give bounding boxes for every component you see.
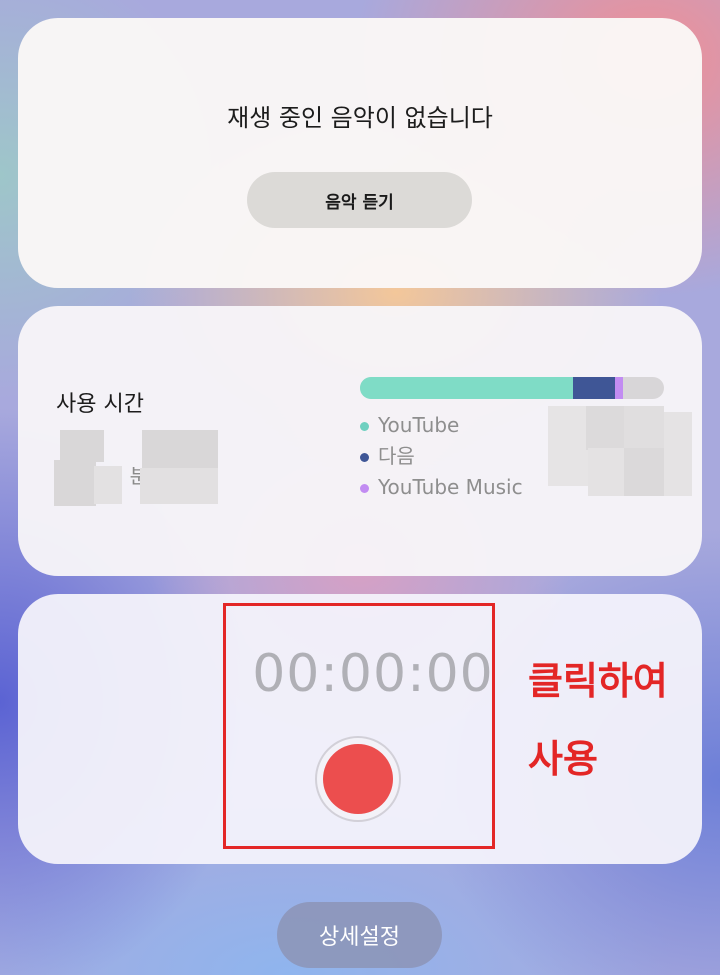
usage-bar: [360, 377, 664, 399]
redacted-block: [624, 406, 664, 450]
redacted-block: [586, 406, 626, 450]
usage-time-card[interactable]: 사용 시간 간 분 YouTube 다음 YouTube Music: [18, 306, 702, 576]
detail-settings-button[interactable]: 상세설정: [277, 902, 442, 968]
legend-label: YouTube: [378, 413, 460, 437]
usage-time-value: 간 분: [54, 430, 240, 506]
redacted-block: [54, 460, 96, 506]
usage-bar-segment: [360, 377, 573, 399]
redacted-block: [142, 430, 218, 470]
redacted-block: [140, 468, 218, 504]
legend-dot-icon: [360, 484, 369, 493]
legend-item-youtube: YouTube: [360, 410, 523, 441]
legend-item-daum: 다음: [360, 441, 523, 472]
redacted-block: [60, 430, 104, 462]
redacted-block: [588, 448, 626, 496]
music-status-text: 재생 중인 음악이 없습니다: [227, 104, 493, 132]
legend-item-youtube-music: YouTube Music: [360, 472, 523, 503]
legend-label: YouTube Music: [378, 475, 523, 499]
usage-bar-segment: [615, 377, 623, 399]
listen-music-button[interactable]: 음악 듣기: [247, 172, 472, 228]
usage-time-title: 사용 시간: [56, 392, 144, 417]
redacted-block: [94, 466, 122, 504]
music-card: 재생 중인 음악이 없습니다 음악 듣기: [18, 18, 702, 288]
legend-dot-icon: [360, 422, 369, 431]
redacted-block: [548, 406, 588, 486]
annotation-text-line2: 사용: [528, 737, 598, 781]
legend-dot-icon: [360, 453, 369, 462]
redacted-block: [664, 412, 692, 496]
usage-bar-segment: [572, 377, 616, 399]
legend-label: 다음: [378, 444, 415, 468]
usage-legend: YouTube 다음 YouTube Music: [360, 410, 523, 503]
annotation-text-line1: 클릭하여: [528, 659, 668, 703]
redacted-durations: [548, 406, 693, 498]
redacted-block: [624, 448, 664, 496]
annotation-highlight-box: [223, 603, 495, 849]
